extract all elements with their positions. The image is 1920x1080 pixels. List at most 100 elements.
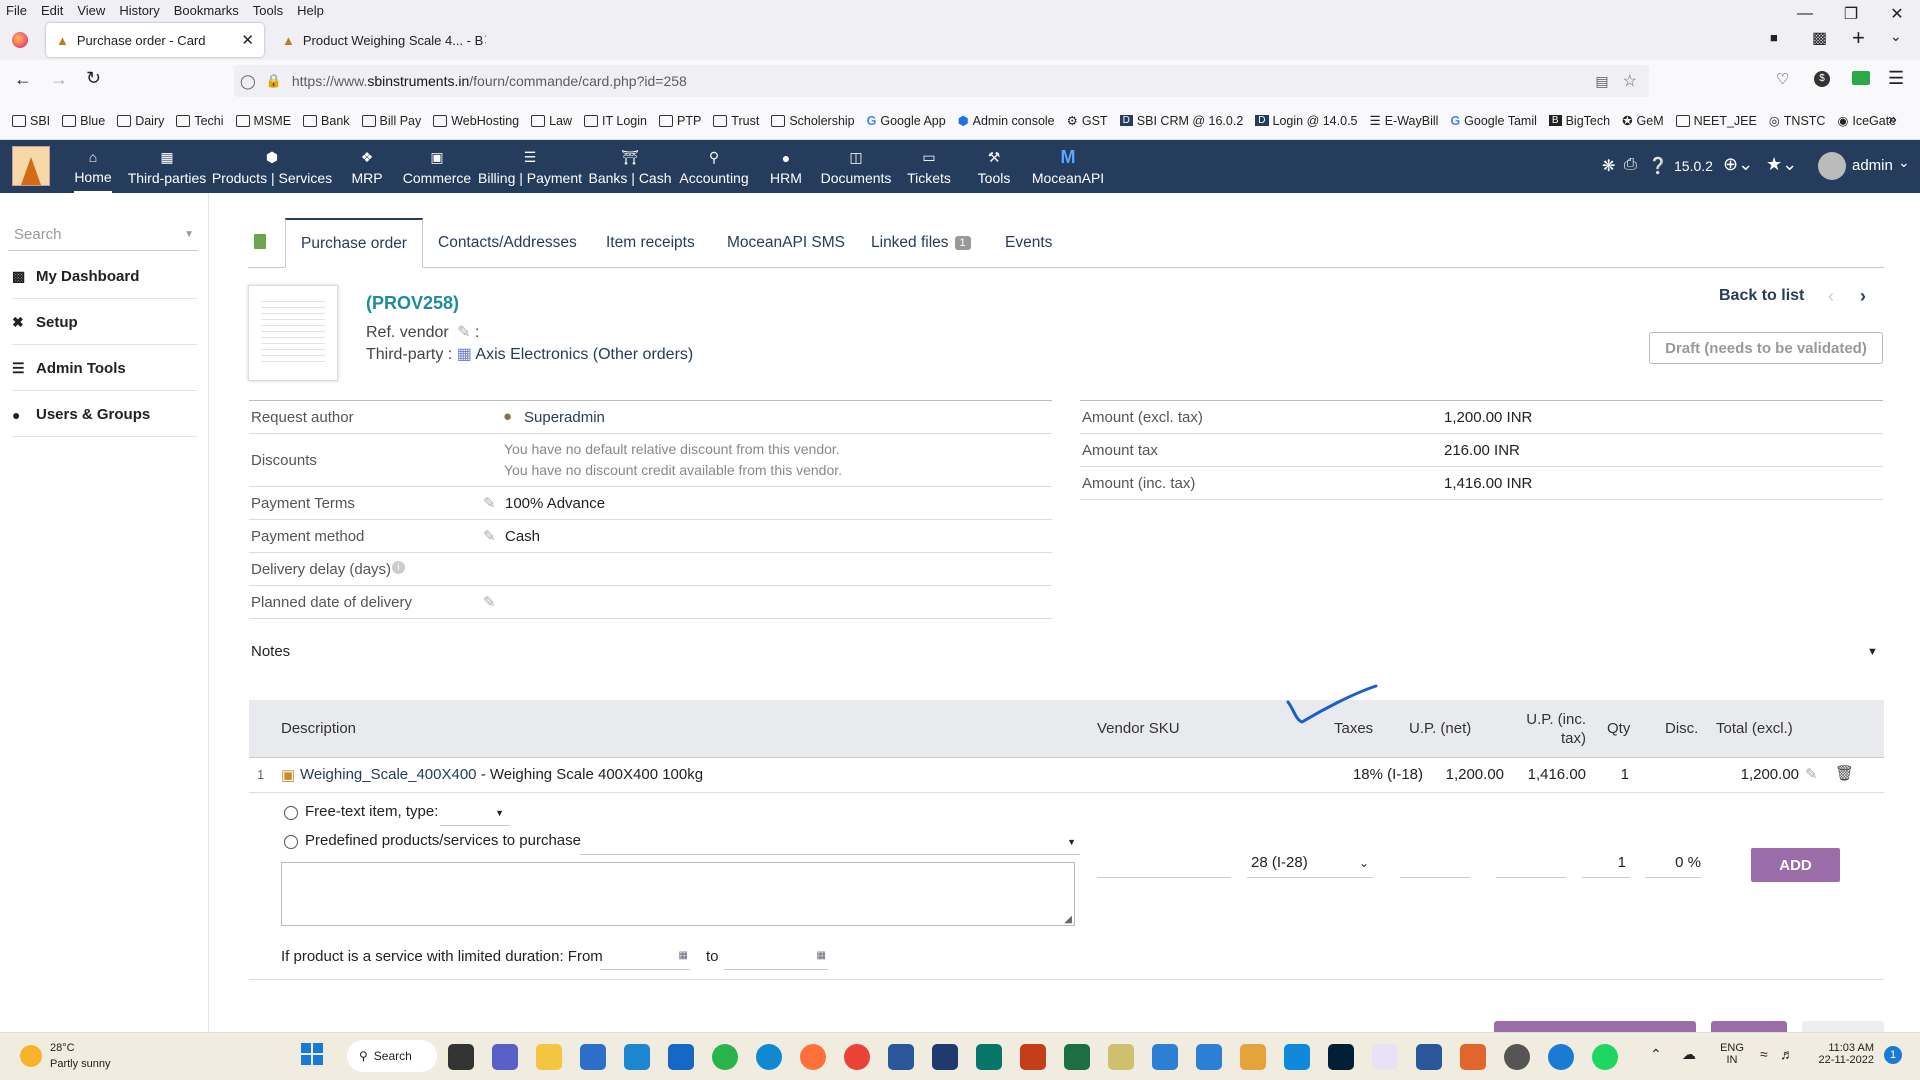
menu-banks[interactable]: ⛩ Banks | Cash (589, 140, 672, 193)
menu-commerce[interactable]: ▣ Commerce (403, 140, 471, 193)
tab-contacts[interactable]: Contacts/Addresses (423, 218, 592, 268)
menu-view[interactable]: View (71, 3, 113, 18)
date-from-input[interactable]: ▦ (600, 942, 690, 970)
action-button-partial[interactable] (1494, 1021, 1696, 1032)
new-tab-icon[interactable]: + (1852, 25, 1865, 51)
hamburger-menu-icon[interactable]: ☰ (1888, 68, 1904, 89)
up-net-input[interactable] (1400, 848, 1470, 878)
extension-green-icon[interactable] (1852, 71, 1870, 85)
app-icon[interactable] (1152, 1044, 1178, 1070)
bookmarks-star-icon[interactable]: ★⌄ (1766, 154, 1797, 175)
menu-mrp[interactable]: ❖ MRP (349, 140, 385, 193)
resize-handle-icon[interactable]: ◢ (1064, 914, 1072, 925)
menu-bookmarks[interactable]: Bookmarks (168, 3, 247, 18)
product-select[interactable]: ▼ (580, 827, 1080, 855)
browser-tab-purchase-order[interactable]: ▲ Purchase order - Card ✕ (46, 23, 264, 57)
tab-item-receipts[interactable]: Item receipts (591, 218, 710, 268)
app-icon[interactable] (624, 1044, 650, 1070)
bookmark-techi[interactable]: Techi (176, 114, 224, 128)
forward-icon[interactable]: → (50, 69, 68, 90)
tax-select[interactable]: 28 (I-28) ⌄ (1247, 848, 1373, 878)
discount-input[interactable]: 0 % (1645, 848, 1701, 878)
bookmark-ewaybill[interactable]: ☰ E-WayBill (1370, 113, 1439, 129)
bookmark-bank[interactable]: Bank (303, 114, 350, 128)
previous-record-icon[interactable]: ‹ (1828, 286, 1834, 307)
menu-accounting[interactable]: ⚲ Accounting (679, 140, 748, 193)
close-tab-icon[interactable]: ✕ (483, 31, 486, 49)
task-view-icon[interactable] (448, 1044, 474, 1070)
quick-add-icon[interactable]: ⊕⌄ (1723, 154, 1753, 175)
bookmark-google-tamil[interactable]: G Google Tamil (1450, 114, 1536, 128)
tab-moceanapi-sms[interactable]: MoceanAPI SMS (712, 218, 860, 268)
bookmark-webhosting[interactable]: WebHosting (433, 114, 519, 128)
bookmark-admin-console[interactable]: ⬢ Admin console (958, 113, 1055, 129)
bug-icon[interactable]: ❋ (1602, 156, 1615, 176)
bookmark-gem[interactable]: ✪ GeM (1622, 113, 1664, 129)
menu-edit[interactable]: Edit (35, 3, 71, 18)
mask-icon[interactable]: ■ (1770, 30, 1778, 45)
menu-hrm[interactable]: ● HRM (770, 140, 802, 193)
powerpoint-icon[interactable] (1020, 1044, 1046, 1070)
menu-tools[interactable]: Tools (247, 3, 291, 18)
bookmark-tnstc[interactable]: ◎ TNSTC (1769, 113, 1826, 129)
bookmark-bigtech[interactable]: B BigTech (1548, 114, 1610, 128)
menu-moceanapi[interactable]: M MoceanAPI (1032, 140, 1104, 193)
bookmark-scholership[interactable]: Scholership (771, 114, 855, 128)
weather-temp[interactable]: 28°C (50, 1042, 75, 1054)
menu-third-parties[interactable]: ▦ Third-parties (128, 140, 207, 193)
tab-purchase-order[interactable]: Purchase order (285, 218, 423, 268)
notes-toggle-icon[interactable]: ▼ (1867, 646, 1878, 658)
sidebar-search-input[interactable]: Search ▼ (8, 219, 198, 251)
bookmark-login[interactable]: D Login @ 14.0.5 (1255, 114, 1358, 128)
sidebar-item-users-groups[interactable]: ● Users & Groups (12, 393, 197, 437)
bookmark-sbi[interactable]: SBI (12, 114, 50, 128)
bookmark-bill-pay[interactable]: Bill Pay (361, 114, 421, 128)
edit-pencil-icon[interactable]: ✎ (457, 324, 470, 341)
delete-line-icon[interactable]: 🗑 (1835, 764, 1854, 782)
menu-billing[interactable]: ☰ Billing | Payment (478, 140, 582, 193)
bookmark-star-icon[interactable]: ☆ (1623, 71, 1637, 91)
volume-icon[interactable]: ♬ (1780, 1046, 1794, 1062)
sidebar-item-dashboard[interactable]: ▩ My Dashboard (12, 255, 197, 299)
app-star-icon[interactable] (932, 1044, 958, 1070)
language-indicator[interactable]: ENG IN (1717, 1042, 1747, 1066)
info-icon[interactable]: i (392, 561, 405, 574)
publisher-icon[interactable] (976, 1044, 1002, 1070)
print-icon[interactable]: ⎙ (1624, 156, 1637, 174)
calendar-icon[interactable]: ▦ (679, 950, 688, 961)
bookmark-trust[interactable]: Trust (713, 114, 759, 128)
spotify-icon[interactable] (1592, 1044, 1618, 1070)
predefined-radio[interactable] (284, 835, 298, 849)
sidebar-item-setup[interactable]: ✖ Setup (12, 301, 197, 345)
user-name[interactable]: admin (1852, 157, 1893, 174)
bookmarks-overflow-icon[interactable]: » (1888, 111, 1897, 129)
shield-icon[interactable]: ◯ (240, 73, 256, 90)
back-icon[interactable]: ← (14, 69, 32, 90)
wifi-icon[interactable]: ≈ (1760, 1046, 1768, 1062)
extension-icon[interactable]: ▩ (1812, 28, 1827, 48)
tray-chevron-icon[interactable]: ⌃ (1650, 1046, 1662, 1063)
bookmark-neet-jee[interactable]: NEET_JEE (1675, 114, 1757, 128)
chrome-icon[interactable] (844, 1044, 870, 1070)
edit-line-icon[interactable]: ✎ (1805, 765, 1818, 783)
firefox-taskbar-icon[interactable] (800, 1044, 826, 1070)
chevron-down-icon[interactable]: ▼ (184, 229, 194, 240)
qty-input[interactable]: 1 (1582, 848, 1630, 878)
browser-tab-product[interactable]: ▲ Product Weighing Scale 4... - B ✕ (272, 23, 486, 57)
windows-start-icon[interactable] (301, 1043, 323, 1065)
sublime-icon[interactable] (1460, 1044, 1486, 1070)
app-icon[interactable] (1240, 1044, 1266, 1070)
tab-list-icon[interactable]: ⌄ (1890, 28, 1902, 45)
notification-badge[interactable]: 1 (1884, 1046, 1902, 1064)
vendor-sku-input[interactable] (1097, 848, 1231, 878)
sidebar-item-admin-tools[interactable]: ☰ Admin Tools (12, 347, 197, 391)
tray-app-icon[interactable]: ☁ (1682, 1046, 1696, 1063)
notes-label[interactable]: Notes (251, 643, 290, 660)
edit-pencil-icon[interactable]: ✎ (483, 494, 496, 512)
whatsapp-icon[interactable] (712, 1044, 738, 1070)
app-icon[interactable] (1504, 1044, 1530, 1070)
menu-help[interactable]: Help (291, 3, 332, 18)
url-bar[interactable]: ◯ 🔒 https://www. sbinstruments.in/fourn/c… (234, 65, 1649, 97)
bookmark-it-login[interactable]: IT Login (584, 114, 647, 128)
third-party-link[interactable]: Axis Electronics (475, 346, 588, 363)
